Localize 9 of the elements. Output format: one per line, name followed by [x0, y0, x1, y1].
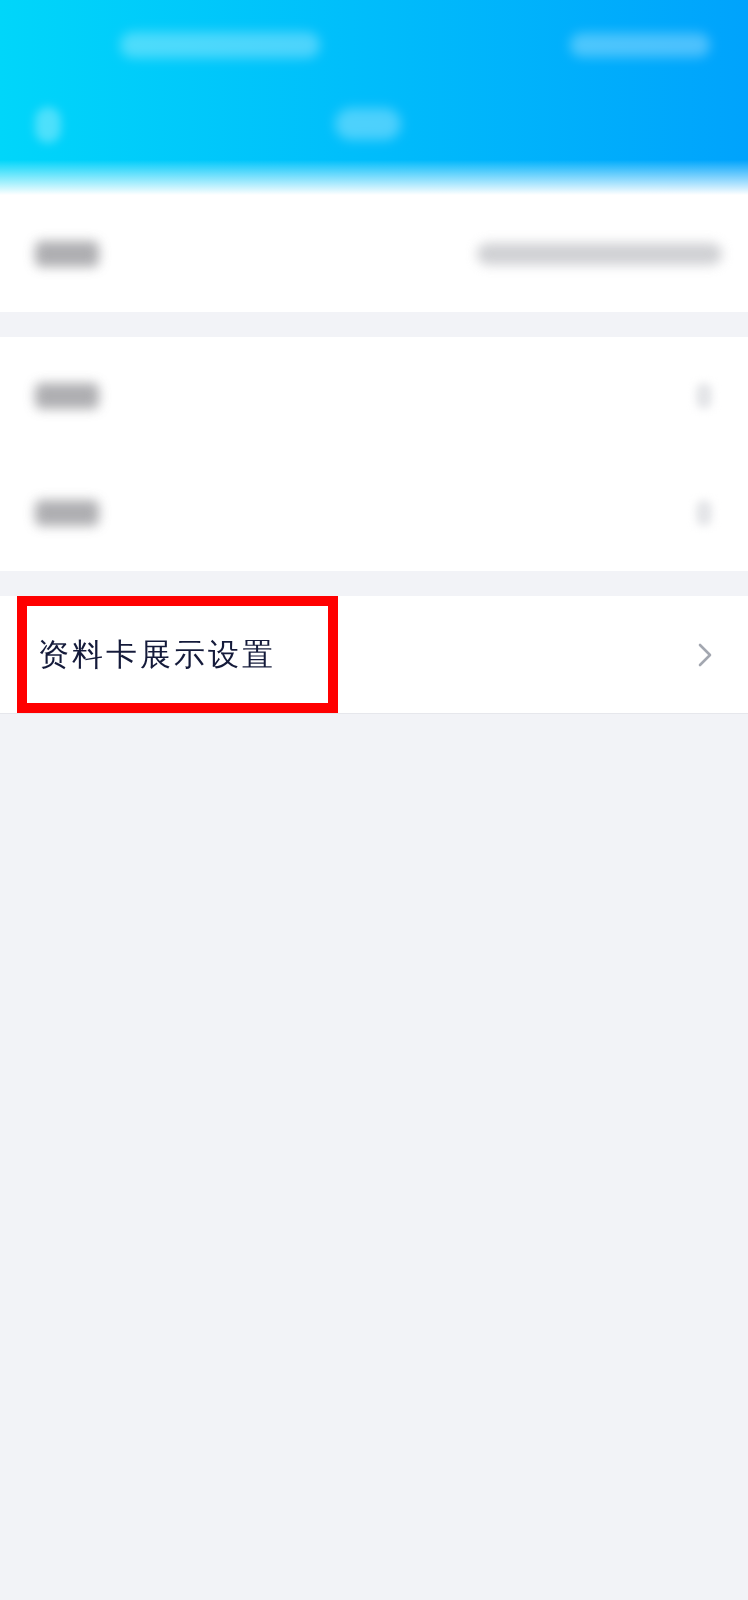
blurred-icon [696, 382, 712, 409]
blurred-label[interactable] [35, 382, 99, 409]
chevron-right-icon [698, 642, 712, 667]
blurred-icon[interactable] [35, 107, 61, 143]
blurred-title [335, 108, 401, 140]
blurred-icon [696, 499, 712, 526]
blurred-label[interactable] [35, 240, 99, 267]
blurred-label[interactable] [35, 499, 99, 526]
setting-label[interactable]: 资料卡展示设置 [38, 639, 276, 670]
